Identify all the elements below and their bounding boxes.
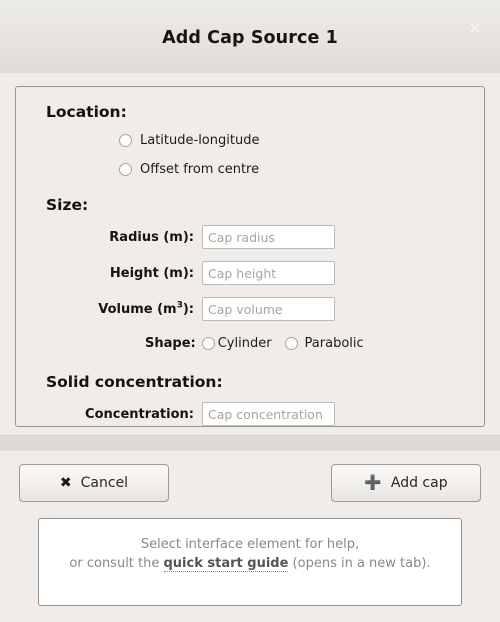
add-cap-button-label: Add cap — [390, 475, 448, 491]
radio-label-parabolic[interactable]: Parabolic — [305, 336, 364, 351]
radio-label-latitude-longitude[interactable]: Latitude-longitude — [140, 133, 259, 148]
add-cap-source-dialog: Add Cap Source 1 ✕ Location: Latitude-lo… — [0, 0, 500, 622]
section-separator — [0, 435, 500, 451]
dialog-body: Location: Latitude-longitude Offset from… — [0, 73, 500, 435]
radio-option-cylinder[interactable]: Cylinder — [201, 336, 272, 351]
close-icon[interactable]: ✕ — [462, 16, 488, 42]
dialog-button-row: ✖ Cancel ➕ Add cap — [0, 451, 500, 502]
location-heading: Location: — [46, 103, 127, 121]
label-concentration: Concentration: — [85, 406, 194, 422]
help-line-2-before: or consult the — [69, 556, 164, 571]
cancel-button[interactable]: ✖ Cancel — [19, 464, 169, 502]
help-area: Select interface element for help, or co… — [0, 502, 500, 622]
radio-icon-cylinder[interactable] — [201, 337, 215, 350]
label-volume-suffix: ): — [182, 301, 194, 317]
cross-icon: ✖ — [59, 475, 72, 491]
quick-start-guide-link[interactable]: quick start guide — [163, 556, 289, 572]
add-cap-button[interactable]: ➕ Add cap — [331, 464, 481, 502]
field-row-concentration: Concentration: — [32, 396, 468, 432]
radio-icon-offset-from-centre[interactable] — [119, 163, 132, 176]
plus-icon: ➕ — [364, 475, 382, 491]
label-radius: Radius (m): — [109, 229, 194, 245]
shape-row: Shape: Cylinder Parabolic — [32, 327, 468, 360]
volume-input[interactable] — [202, 297, 335, 321]
radio-option-parabolic[interactable]: Parabolic — [284, 336, 364, 351]
cancel-button-label: Cancel — [80, 475, 129, 491]
solid-concentration-heading: Solid concentration: — [46, 373, 223, 391]
radio-label-cylinder[interactable]: Cylinder — [218, 336, 272, 351]
dialog-titlebar: Add Cap Source 1 ✕ — [0, 0, 500, 73]
radio-icon-parabolic[interactable] — [284, 337, 298, 350]
size-heading: Size: — [46, 196, 89, 214]
field-row-volume: Volume (m3): — [32, 291, 468, 327]
field-row-height: Height (m): — [32, 255, 468, 291]
radius-input[interactable] — [202, 225, 335, 249]
help-line-2: or consult the quick start guide (opens … — [69, 554, 431, 573]
help-line-2-after: (opens in a new tab). — [288, 556, 431, 571]
form-panel: Location: Latitude-longitude Offset from… — [15, 86, 485, 427]
field-row-radius: Radius (m): — [32, 219, 468, 255]
label-volume: Volume (m3): — [32, 301, 202, 317]
label-shape: Shape: — [145, 336, 196, 351]
help-box: Select interface element for help, or co… — [38, 518, 462, 606]
radio-option-offset-from-centre[interactable]: Offset from centre — [119, 155, 468, 184]
radio-option-latitude-longitude[interactable]: Latitude-longitude — [119, 126, 468, 155]
radio-label-offset-from-centre[interactable]: Offset from centre — [140, 162, 259, 177]
label-height: Height (m): — [109, 265, 194, 281]
height-input[interactable] — [202, 261, 335, 285]
label-volume-prefix: Volume (m — [98, 301, 177, 317]
concentration-input[interactable] — [202, 402, 335, 426]
radio-icon-latitude-longitude[interactable] — [119, 134, 132, 147]
dialog-title: Add Cap Source 1 — [162, 27, 338, 48]
help-line-1: Select interface element for help, — [140, 537, 360, 552]
